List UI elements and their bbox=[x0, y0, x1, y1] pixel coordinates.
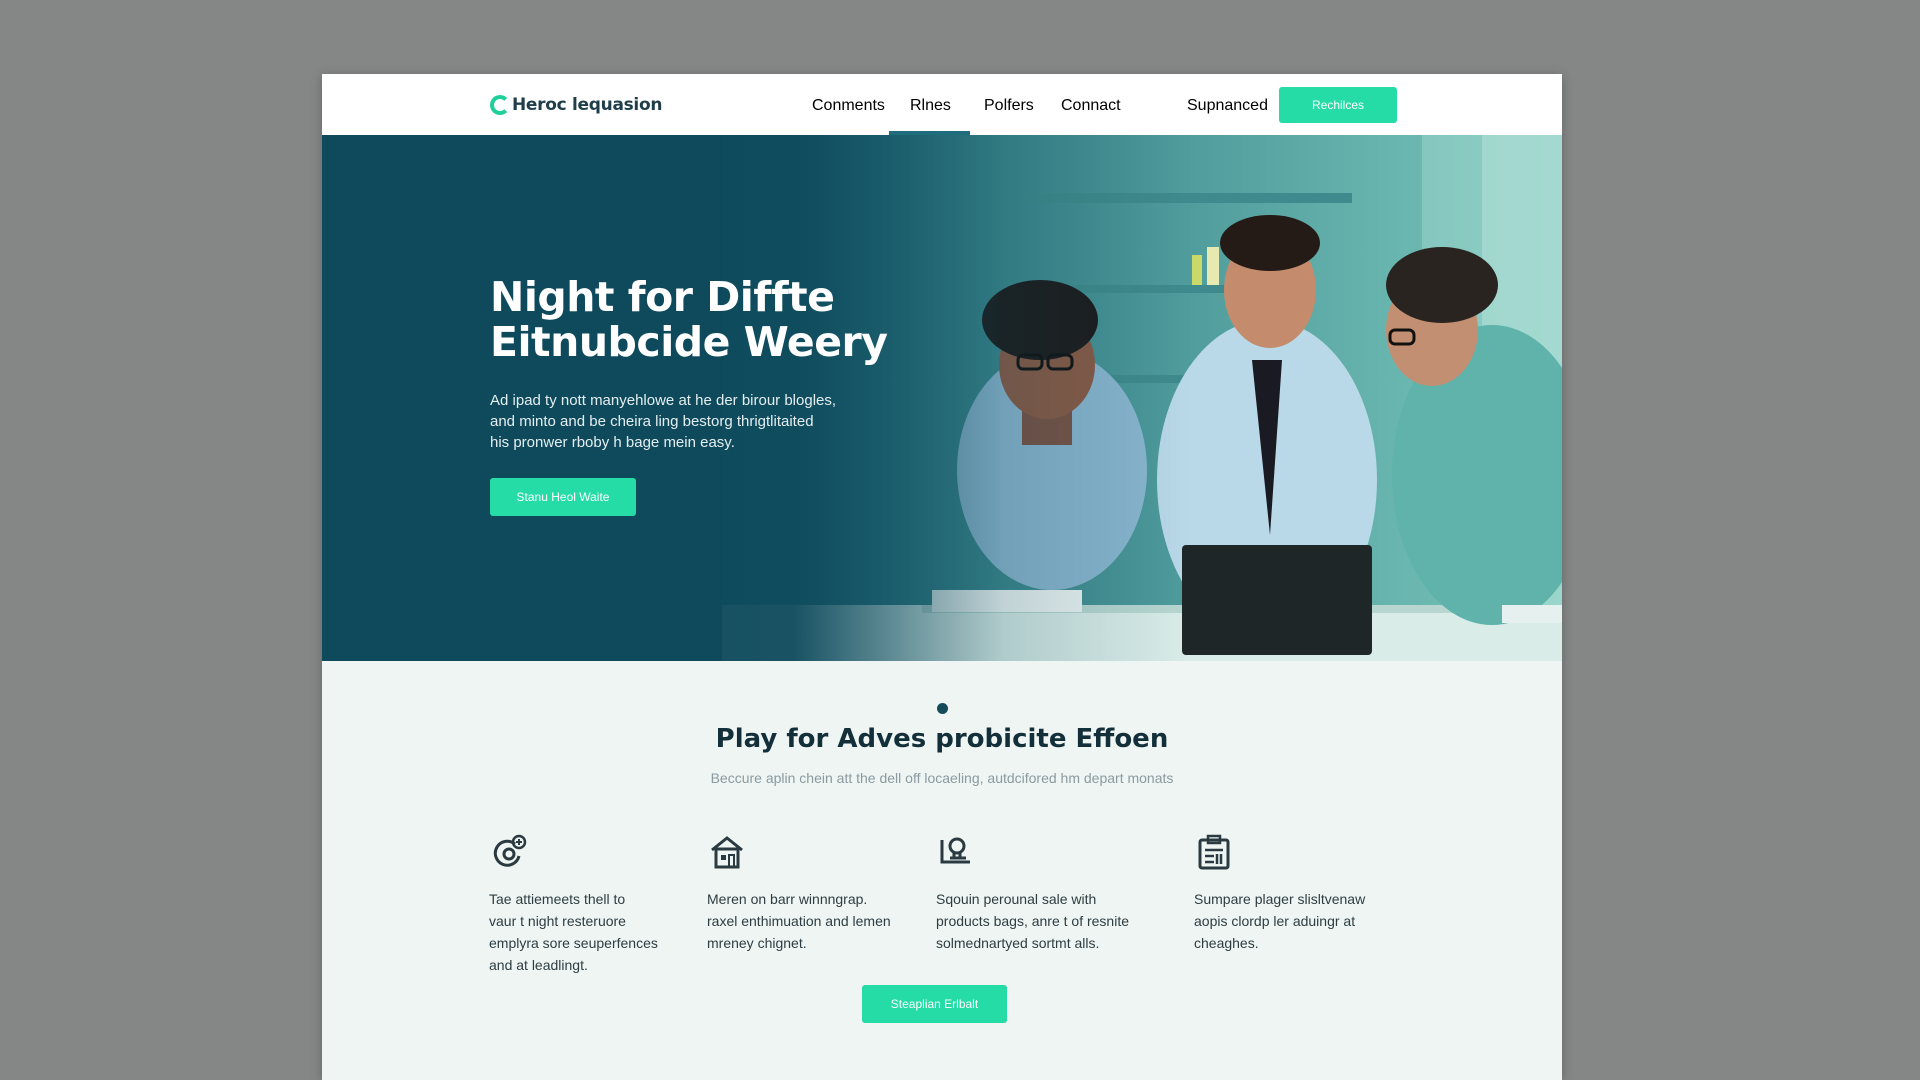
nav-item-connact[interactable]: Connact bbox=[1061, 97, 1121, 115]
features-cta-button[interactable]: Steaplian Erlbalt bbox=[862, 985, 1007, 1023]
section-indicator-dot bbox=[937, 703, 948, 714]
hero-cta-button[interactable]: Stanu Heol Waite bbox=[490, 478, 636, 516]
hero-title-line: Night for Diffte bbox=[490, 273, 835, 321]
feature-text-line: mreney chignet. bbox=[707, 935, 807, 951]
site-header: Heroc lequasion Conments Rlnes Polfers C… bbox=[322, 74, 1562, 135]
feature-text-line: aopis clordp ler aduingr at bbox=[1194, 913, 1356, 929]
hero-title-line: Eitnubcide Weery bbox=[490, 318, 888, 366]
features-title: Play for Adves probicite Effoen bbox=[715, 724, 1169, 754]
feature-text-line: vaur t night resteruore bbox=[489, 913, 626, 929]
hero-description: Ad ipad ty nott manyehlowe at he der bir… bbox=[490, 390, 860, 453]
hero-title: Night for Diffte Eitnubcide Weery bbox=[490, 275, 910, 365]
feature-text-line: cheaghes. bbox=[1194, 935, 1259, 951]
landing-page: Heroc lequasion Conments Rlnes Polfers C… bbox=[322, 74, 1562, 1080]
feature-card: Sqouin perounal sale with products bags,… bbox=[936, 832, 1136, 954]
clipboard-icon bbox=[1198, 834, 1230, 870]
nav-item-conments[interactable]: Conments bbox=[812, 97, 885, 115]
feature-card: Sumpare plager slisltvenaw aopis clordp … bbox=[1194, 832, 1394, 954]
hero-description-line: and minto and be cheira ling bestorg thr… bbox=[490, 413, 814, 430]
feature-text-line: solmednartyed sortmt alls. bbox=[936, 935, 1100, 951]
nav-item-rlnes[interactable]: Rlnes bbox=[910, 97, 951, 115]
nav-item-polfers[interactable]: Polfers bbox=[984, 97, 1034, 115]
feature-text-line: Sumpare plager slisltvenaw bbox=[1194, 891, 1366, 907]
feature-text-line: emplyra sore seuperfences bbox=[489, 935, 658, 951]
feature-card: Tae attiemeets thell to vaur t night res… bbox=[489, 832, 689, 976]
feature-text-line: Sqouin perounal sale with bbox=[936, 891, 1097, 907]
nav-item-supnanced[interactable]: Supnanced bbox=[1187, 97, 1268, 115]
feature-text-line: Meren on barr winnngrap. bbox=[707, 891, 868, 907]
hero-description-line: his pronwer rboby h bage mein easy. bbox=[490, 434, 735, 451]
feature-text-line: products bags, anre t of resnite bbox=[936, 913, 1129, 929]
hero-section: Night for Diffte Eitnubcide Weery Ad ipa… bbox=[322, 135, 1562, 661]
feature-text-line: and at leadlingt. bbox=[489, 957, 588, 973]
logo-mark-icon bbox=[490, 95, 510, 115]
logo-text: Heroc lequasion bbox=[512, 95, 663, 115]
header-cta-button[interactable]: Rechilces bbox=[1279, 87, 1397, 123]
logo[interactable]: Heroc lequasion bbox=[490, 92, 662, 118]
house-icon bbox=[711, 836, 743, 869]
feature-card: Meren on barr winnngrap. raxel enthimuat… bbox=[707, 832, 907, 954]
hero-description-line: Ad ipad ty nott manyehlowe at he der bir… bbox=[490, 392, 837, 409]
refresh-plus-icon bbox=[493, 834, 527, 867]
feature-text-line: Tae attiemeets thell to bbox=[489, 891, 626, 907]
features-subtitle: Beccure aplin chein att the dell off loc… bbox=[710, 770, 1174, 786]
stamp-icon bbox=[940, 837, 970, 864]
feature-text-line: raxel enthimuation and lemen bbox=[707, 913, 891, 929]
